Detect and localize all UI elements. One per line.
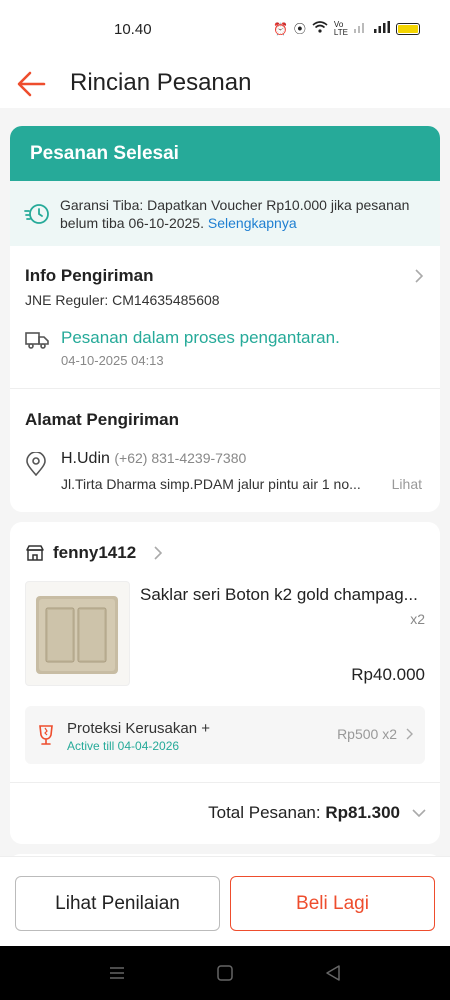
guarantee-link[interactable]: Selengkapnya xyxy=(208,215,297,231)
truck-icon xyxy=(25,332,49,349)
app-header: Rincian Pesanan xyxy=(0,60,450,108)
shipping-courier: JNE Reguler: CM14635485608 xyxy=(25,292,220,308)
total-amount: Rp81.300 xyxy=(325,803,400,822)
chevron-right-icon[interactable] xyxy=(414,268,424,284)
shop-icon xyxy=(26,545,44,561)
order-total-row[interactable]: Total Pesanan: Rp81.300 xyxy=(10,782,440,844)
shipping-info-title: Info Pengiriman xyxy=(25,266,154,285)
guarantee-text: Garansi Tiba: Dapatkan Voucher Rp10.000 … xyxy=(60,196,426,231)
chevron-down-icon[interactable] xyxy=(412,809,426,817)
protection-title: Proteksi Kerusakan + xyxy=(67,720,210,737)
product-qty: x2 xyxy=(410,611,425,627)
address-more-link[interactable]: Lihat xyxy=(392,476,422,492)
system-nav-bar xyxy=(0,946,450,1000)
battery-icon xyxy=(396,22,420,35)
shipping-status-text: Pesanan dalam proses pengantaran. xyxy=(61,328,340,347)
total-label: Total Pesanan: xyxy=(208,803,321,822)
shipping-status-time: 04-10-2025 04:13 xyxy=(61,353,164,368)
status-bar: 10.40 ⏰ ⦿ Vo LTE xyxy=(0,0,450,60)
address-title: Alamat Pengiriman xyxy=(25,410,179,429)
chevron-right-icon xyxy=(406,728,413,740)
wifi-icon xyxy=(312,21,328,36)
shop-order-card: fenny1412 Saklar seri Boton k2 gold cham… xyxy=(10,522,440,844)
order-total: Total Pesanan: Rp81.300 xyxy=(208,803,400,823)
page-title: Rincian Pesanan xyxy=(70,69,252,96)
buy-again-button[interactable]: Beli Lagi xyxy=(230,876,435,931)
signal-2-icon xyxy=(374,21,390,36)
location-pin-icon xyxy=(26,452,46,476)
address-line: Jl.Tirta Dharma simp.PDAM jalur pintu ai… xyxy=(61,476,361,492)
order-info-card: Pesanan Selesai Garansi Tiba: Dapatkan V… xyxy=(10,126,440,512)
protection-subtitle: Active till 04-04-2026 xyxy=(67,739,180,753)
fast-clock-icon xyxy=(24,204,49,224)
product-name: Saklar seri Boton k2 gold champag... xyxy=(140,585,418,604)
location-icon: ⦿ xyxy=(293,22,306,36)
damage-protection[interactable]: Proteksi Kerusakan + Active till 04-04-2… xyxy=(25,706,425,764)
status-time: 10.40 xyxy=(114,21,152,38)
shipping-status: Pesanan dalam proses pengantaran. 04-10-… xyxy=(25,328,425,368)
product-image xyxy=(25,581,130,686)
address-row: H.Udin (+62) 831-4239-7380 Jl.Tirta Dhar… xyxy=(25,450,425,492)
signal-1-icon xyxy=(354,21,368,36)
delivery-guarantee[interactable]: Garansi Tiba: Dapatkan Voucher Rp10.000 … xyxy=(10,181,440,246)
product-item[interactable]: Saklar seri Boton k2 gold champag... x2 … xyxy=(10,581,440,691)
product-price: Rp40.000 xyxy=(351,665,425,684)
home-icon[interactable] xyxy=(216,964,234,982)
order-status-banner: Pesanan Selesai xyxy=(10,126,440,181)
menu-icon[interactable] xyxy=(108,964,126,982)
chevron-right-icon xyxy=(154,546,163,560)
back-arrow-icon[interactable] xyxy=(16,70,46,98)
protection-price: Rp500 x2 xyxy=(337,726,397,742)
bottom-action-bar: Lihat Penilaian Beli Lagi xyxy=(0,856,450,946)
status-icons: ⏰ ⦿ Vo LTE xyxy=(273,20,420,37)
address-section: Alamat Pengiriman H.Udin (+62) 831-4239-… xyxy=(10,389,440,492)
shipping-info-section[interactable]: Info Pengiriman JNE Reguler: CM146354856… xyxy=(10,246,440,388)
shop-name[interactable]: fenny1412 xyxy=(53,543,136,563)
recipient-phone: (+62) 831-4239-7380 xyxy=(114,450,247,466)
alarm-icon: ⏰ xyxy=(272,21,288,36)
back-icon[interactable] xyxy=(324,964,342,982)
view-review-button[interactable]: Lihat Penilaian xyxy=(15,876,220,931)
broken-glass-icon xyxy=(39,725,53,745)
recipient-name: H.Udin xyxy=(61,450,110,467)
shop-header[interactable]: fenny1412 xyxy=(10,522,440,563)
volte-icon: Vo LTE xyxy=(333,19,348,37)
